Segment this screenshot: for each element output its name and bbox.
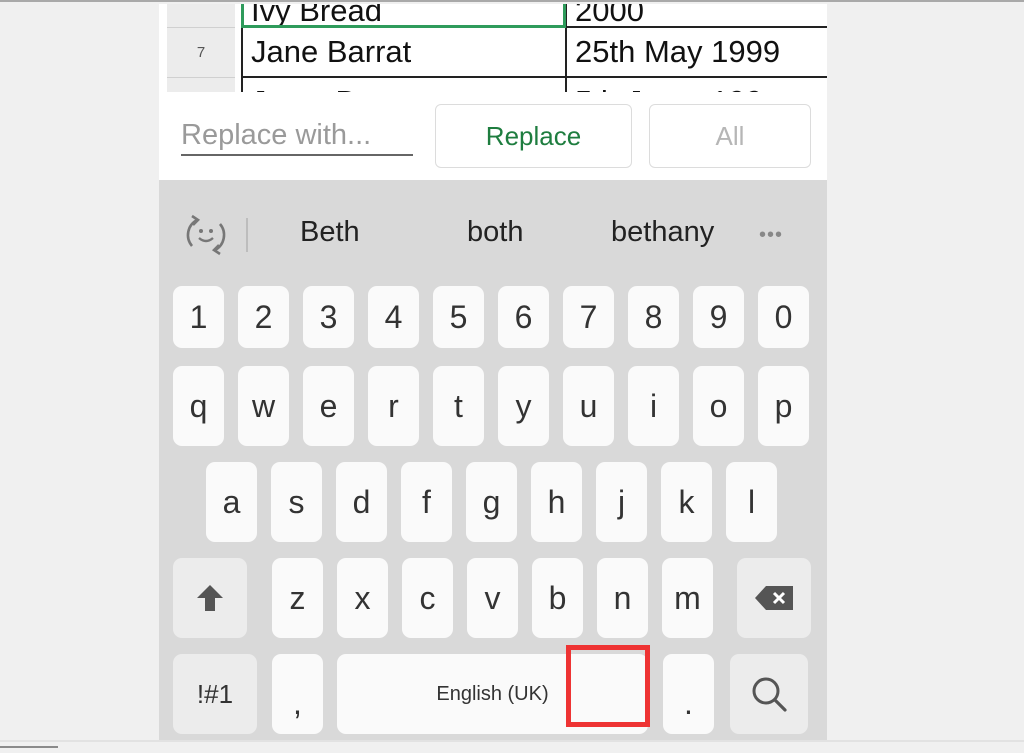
key-x[interactable]: x [337, 558, 388, 638]
cell-name[interactable]: Jane Barrat [241, 28, 565, 78]
spreadsheet: Ivy Bread 2000 7 Jane Barrat 25th May 19… [159, 4, 827, 118]
more-suggestions-icon[interactable]: ••• [759, 224, 783, 247]
highlight-box-search-key [566, 645, 650, 727]
selected-cell-border [241, 4, 566, 28]
phone-screen: Ivy Bread 2000 7 Jane Barrat 25th May 19… [159, 4, 827, 740]
suggestion-word[interactable]: bethany [611, 216, 714, 249]
key-k[interactable]: k [661, 462, 712, 542]
key-j[interactable]: j [596, 462, 647, 542]
key-0[interactable]: 0 [758, 286, 809, 348]
shift-arrow-icon [197, 585, 223, 611]
key-u[interactable]: u [563, 366, 614, 446]
key-d[interactable]: d [336, 462, 387, 542]
replace-all-button[interactable]: All [649, 104, 811, 168]
key-z[interactable]: z [272, 558, 323, 638]
key-t[interactable]: t [433, 366, 484, 446]
search-key[interactable] [730, 654, 808, 734]
replace-button[interactable]: Replace [435, 104, 632, 168]
suggestion-divider [246, 218, 248, 252]
key-b[interactable]: b [532, 558, 583, 638]
key-g[interactable]: g [466, 462, 517, 542]
find-replace-bar: Replace All [159, 92, 827, 250]
key-m[interactable]: m [662, 558, 713, 638]
key-a[interactable]: a [206, 462, 257, 542]
backspace-key[interactable] [737, 558, 811, 638]
key-5[interactable]: 5 [433, 286, 484, 348]
key-v[interactable]: v [467, 558, 518, 638]
key-4[interactable]: 4 [368, 286, 419, 348]
key-7[interactable]: 7 [563, 286, 614, 348]
key-3[interactable]: 3 [303, 286, 354, 348]
row-number[interactable] [167, 4, 235, 28]
key-h[interactable]: h [531, 462, 582, 542]
cell-date[interactable]: 2000 [565, 4, 827, 28]
key-c[interactable]: c [402, 558, 453, 638]
key-s[interactable]: s [271, 462, 322, 542]
row-number[interactable]: 7 [167, 28, 235, 78]
cell-date[interactable]: 25th May 1999 [565, 28, 827, 78]
key-y[interactable]: y [498, 366, 549, 446]
bottom-scroll-indicator [0, 746, 58, 748]
key-o[interactable]: o [693, 366, 744, 446]
suggestion-bar: Beth both bethany ••• [159, 180, 827, 284]
key-i[interactable]: i [628, 366, 679, 446]
period-key[interactable]: . [663, 654, 714, 734]
key-f[interactable]: f [401, 462, 452, 542]
key-n[interactable]: n [597, 558, 648, 638]
key-q[interactable]: q [173, 366, 224, 446]
window-bottom-border [0, 740, 1024, 753]
key-r[interactable]: r [368, 366, 419, 446]
symbols-key[interactable]: !#1 [173, 654, 257, 734]
suggestion-word[interactable]: Beth [300, 216, 360, 249]
key-8[interactable]: 8 [628, 286, 679, 348]
key-9[interactable]: 9 [693, 286, 744, 348]
search-icon [752, 677, 787, 712]
key-6[interactable]: 6 [498, 286, 549, 348]
soft-keyboard: Beth both bethany ••• 1234567890 qwertyu… [159, 180, 827, 740]
table-row[interactable]: 7 Jane Barrat 25th May 1999 [159, 28, 827, 78]
key-p[interactable]: p [758, 366, 809, 446]
key-2[interactable]: 2 [238, 286, 289, 348]
key-l[interactable]: l [726, 462, 777, 542]
replace-with-input[interactable] [181, 116, 413, 156]
suggestion-word[interactable]: both [467, 216, 523, 249]
comma-key[interactable]: , [272, 654, 323, 734]
key-1[interactable]: 1 [173, 286, 224, 348]
backspace-icon [755, 586, 793, 610]
key-e[interactable]: e [303, 366, 354, 446]
shift-key[interactable] [173, 558, 247, 638]
key-w[interactable]: w [238, 366, 289, 446]
table-row[interactable]: Ivy Bread 2000 [159, 4, 827, 28]
emoji-refresh-icon[interactable] [183, 212, 229, 258]
